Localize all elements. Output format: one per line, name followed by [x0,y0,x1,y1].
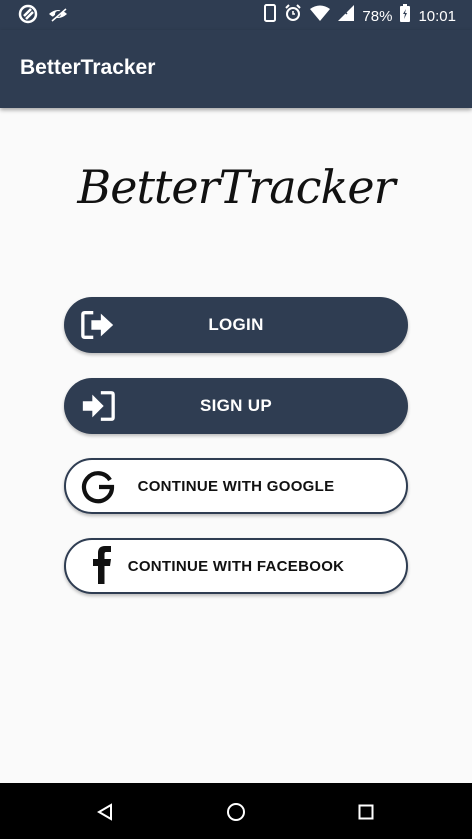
alarm-icon [284,4,302,29]
signal-icon [338,5,355,28]
home-icon[interactable] [223,799,249,825]
signup-button[interactable]: SIGN UP [64,378,408,434]
status-bar: 78% 10:01 [0,0,472,30]
facebook-label: CONTINUE WITH FACEBOOK [127,557,345,575]
app-title: BetterTracker [20,56,156,79]
navigation-bar [0,783,472,839]
google-button[interactable]: CONTINUE WITH GOOGLE [64,458,408,514]
facebook-f-icon [84,546,120,584]
facebook-button[interactable]: CONTINUE WITH FACEBOOK [64,538,408,594]
google-g-icon [80,468,116,504]
google-label: CONTINUE WITH GOOGLE [137,477,335,495]
battery-percent: 78% [362,7,393,25]
enter-door-icon [80,388,116,424]
phone-icon [264,4,277,29]
eye-off-icon [48,6,68,27]
clock: 10:01 [418,7,456,25]
recents-icon[interactable] [353,799,379,825]
app-bar: BetterTracker [0,30,472,108]
wifi-icon [310,5,331,28]
back-icon[interactable] [92,799,118,825]
app-notification-icon [18,4,38,29]
login-button[interactable]: LOGIN [64,297,408,353]
login-arrow-icon [80,307,116,343]
signup-label: SIGN UP [199,396,272,415]
battery-icon [400,4,411,29]
login-label: LOGIN [208,315,264,334]
brand-logo: BetterTracker [77,160,395,214]
